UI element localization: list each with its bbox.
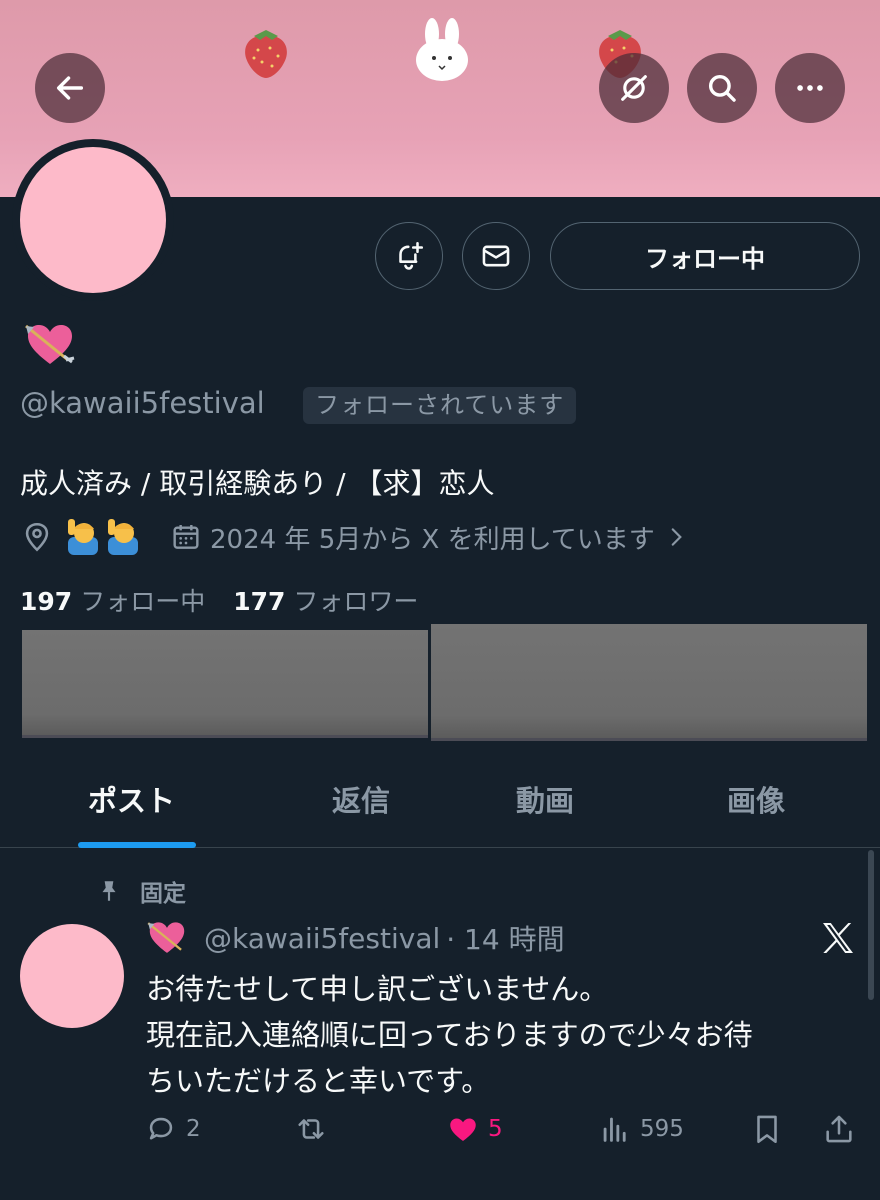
pin-icon [102,881,116,901]
avatar-image [20,147,166,293]
back-button[interactable] [35,53,105,123]
joined-date: 2024 年 5月から X を利用しています [210,524,655,555]
post-header: @kawaii5festival · 14 時間 [146,918,565,958]
post-time[interactable]: · 14 時間 [446,918,564,958]
post-body[interactable]: お待たせして申し訳ございません。 現在記入連絡順に回っておりますので少々お待 ち… [146,966,846,1104]
post-line: お待たせして申し訳ございません。 [146,972,609,1006]
following-stat[interactable]: 197 フォロー中 [20,582,205,618]
profile-meta: 2024 年 5月から X を利用しています [20,515,689,559]
bookmark-button[interactable] [750,1112,792,1146]
reply-button[interactable]: 2 [144,1112,201,1146]
calendar-icon [173,525,199,549]
post-line: 現在記入連絡順に回っておりますので少々お待 [146,1018,753,1052]
man-raising-hand-icon [68,519,138,555]
tab-videos[interactable]: 動画 [516,778,574,820]
strawberry-icon [245,30,287,78]
post-handle[interactable]: @kawaii5festival [204,922,440,955]
share-button[interactable] [822,1112,864,1146]
no-translate-icon [621,75,647,101]
chevron-right-icon[interactable] [663,522,689,552]
location-icon [25,522,49,552]
message-button[interactable] [462,222,530,290]
search-button[interactable] [687,53,757,123]
redacted-area [22,630,428,735]
x-logo-icon [823,923,853,953]
followers-stat[interactable]: 177 フォロワー [233,582,418,618]
arrow-left-icon [56,76,84,100]
reply-icon [149,1117,173,1140]
bunny-icon [416,18,468,81]
tab-images[interactable]: 画像 [727,778,785,820]
mail-icon [482,245,510,267]
notify-button[interactable] [375,222,443,290]
tab-replies[interactable]: 返信 [332,778,390,820]
follow-stats: 197 フォロー中 177 フォロワー [20,582,418,618]
search-icon [708,74,736,102]
more-button[interactable] [775,53,845,123]
more-horizontal-icon [797,85,823,91]
profile-handle: @kawaii5festival [20,386,265,420]
redacted-area [431,624,867,738]
active-tab-indicator [78,842,196,848]
following-button[interactable]: フォロー中 [550,222,860,290]
post-actions: 2 5 595 [0,1112,880,1162]
profile-bio: 成人済み / 取引経験あり / 【求】恋人 [20,467,495,500]
pinned-label: 固定 [96,874,186,908]
like-button[interactable]: 5 [446,1112,503,1146]
bookmark-icon [757,1115,777,1144]
post-avatar[interactable] [20,924,124,1028]
heart-with-arrow-icon [147,922,185,953]
repost-button[interactable] [294,1112,336,1146]
bell-plus-icon [399,241,424,270]
follows-you-badge: フォローされています [303,387,577,424]
tab-posts[interactable]: ポスト [88,778,175,820]
views-chart-icon [603,1117,626,1142]
share-icon [826,1115,852,1143]
profile-tabs: ポスト 返信 動画 画像 [0,758,880,848]
repost-icon [298,1119,324,1139]
profile-avatar[interactable] [12,139,174,301]
heart-filled-icon [450,1118,476,1142]
post-line: ちいただけると幸いです。 [146,1064,491,1098]
translate-toggle-button[interactable] [599,53,669,123]
views-button[interactable]: 595 [598,1112,684,1146]
scrollbar[interactable] [868,850,874,1000]
heart-with-arrow-icon [25,324,75,364]
